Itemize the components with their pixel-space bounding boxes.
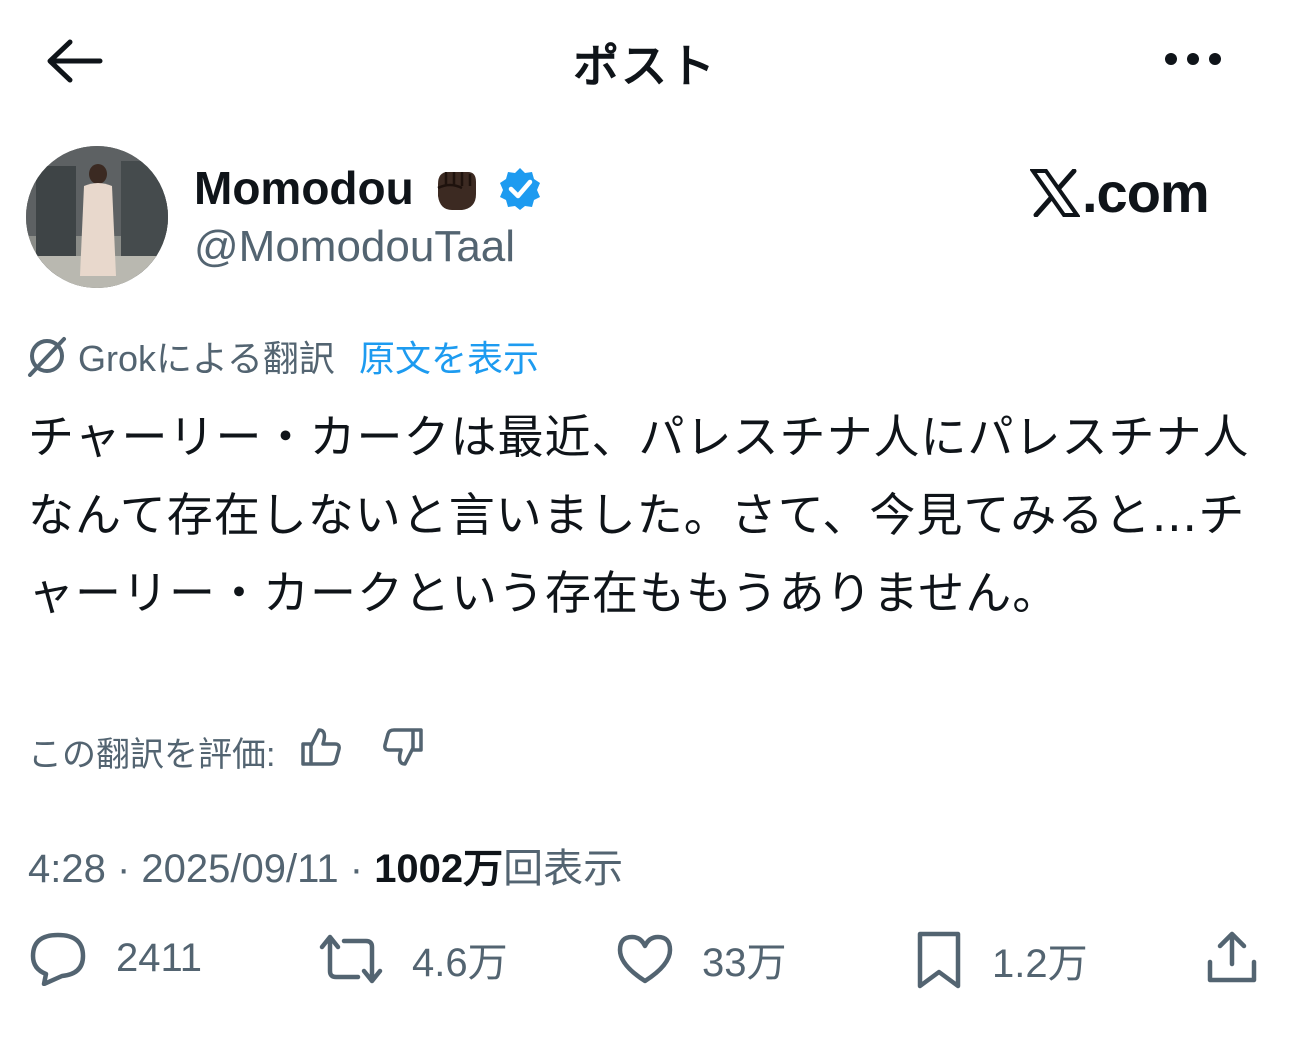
repost-icon — [319, 934, 383, 984]
meta-separator: · — [105, 847, 142, 891]
meta-separator: · — [338, 847, 375, 891]
bookmark-button[interactable]: 1.2万 — [914, 930, 1088, 990]
views-count: 1002万 — [374, 847, 504, 891]
reply-button[interactable]: 2411 — [28, 930, 202, 986]
x-logo-icon — [1030, 168, 1080, 217]
thumbs-up-button[interactable] — [299, 726, 343, 777]
avatar-image — [26, 146, 168, 288]
heart-icon — [617, 934, 673, 984]
thumbs-down-button[interactable] — [381, 726, 425, 777]
watermark-text: .com — [1082, 161, 1210, 224]
post-meta: 4:28 · 2025/09/11 · 1002万回表示 — [28, 836, 623, 894]
avatar[interactable] — [26, 146, 168, 288]
raised-fist-icon — [437, 172, 476, 210]
repost-button[interactable]: 4.6万 — [318, 930, 508, 988]
repost-count: 4.6万 — [412, 941, 508, 985]
author-handle[interactable]: @MomodouTaal — [194, 222, 515, 272]
post-date: 2025/09/11 — [141, 847, 339, 891]
rate-translation-row: この翻訳を評価: — [28, 726, 425, 777]
author-name: Momodou — [194, 162, 414, 214]
more-horizontal-icon — [1165, 53, 1221, 65]
like-button[interactable]: 33万 — [616, 930, 787, 988]
post-text: チャーリー・カークは最近、パレスチナ人にパレスチナ人なんて存在しないと言いました… — [28, 410, 1250, 620]
thumbs-down-icon — [383, 728, 424, 766]
rate-label: この翻訳を評価: — [28, 736, 276, 774]
watermark: .com — [1030, 160, 1210, 225]
more-button[interactable] — [1162, 44, 1224, 74]
thumbs-up-icon — [301, 728, 342, 766]
show-original-link[interactable]: 原文を表示 — [359, 330, 539, 382]
bookmark-icon — [917, 931, 961, 989]
post-time: 4:28 — [28, 847, 106, 891]
like-count: 33万 — [702, 941, 787, 985]
translation-label: Grokによる翻訳 — [78, 338, 335, 379]
views-label: 回表示 — [503, 847, 624, 891]
bookmark-count: 1.2万 — [992, 942, 1088, 986]
reply-icon — [30, 932, 86, 986]
page-title: ポスト — [573, 40, 717, 92]
action-bar: 2411 4.6万 33万 1.2万 — [0, 930, 1290, 1000]
share-icon — [1207, 931, 1257, 983]
reply-count: 2411 — [116, 935, 203, 980]
translation-row: Grokによる翻訳 原文を表示 — [26, 330, 539, 382]
author-name-row[interactable]: Momodou — [194, 160, 542, 216]
grok-icon — [28, 337, 66, 377]
share-button[interactable] — [1204, 930, 1260, 986]
verified-badge-icon — [499, 168, 540, 210]
